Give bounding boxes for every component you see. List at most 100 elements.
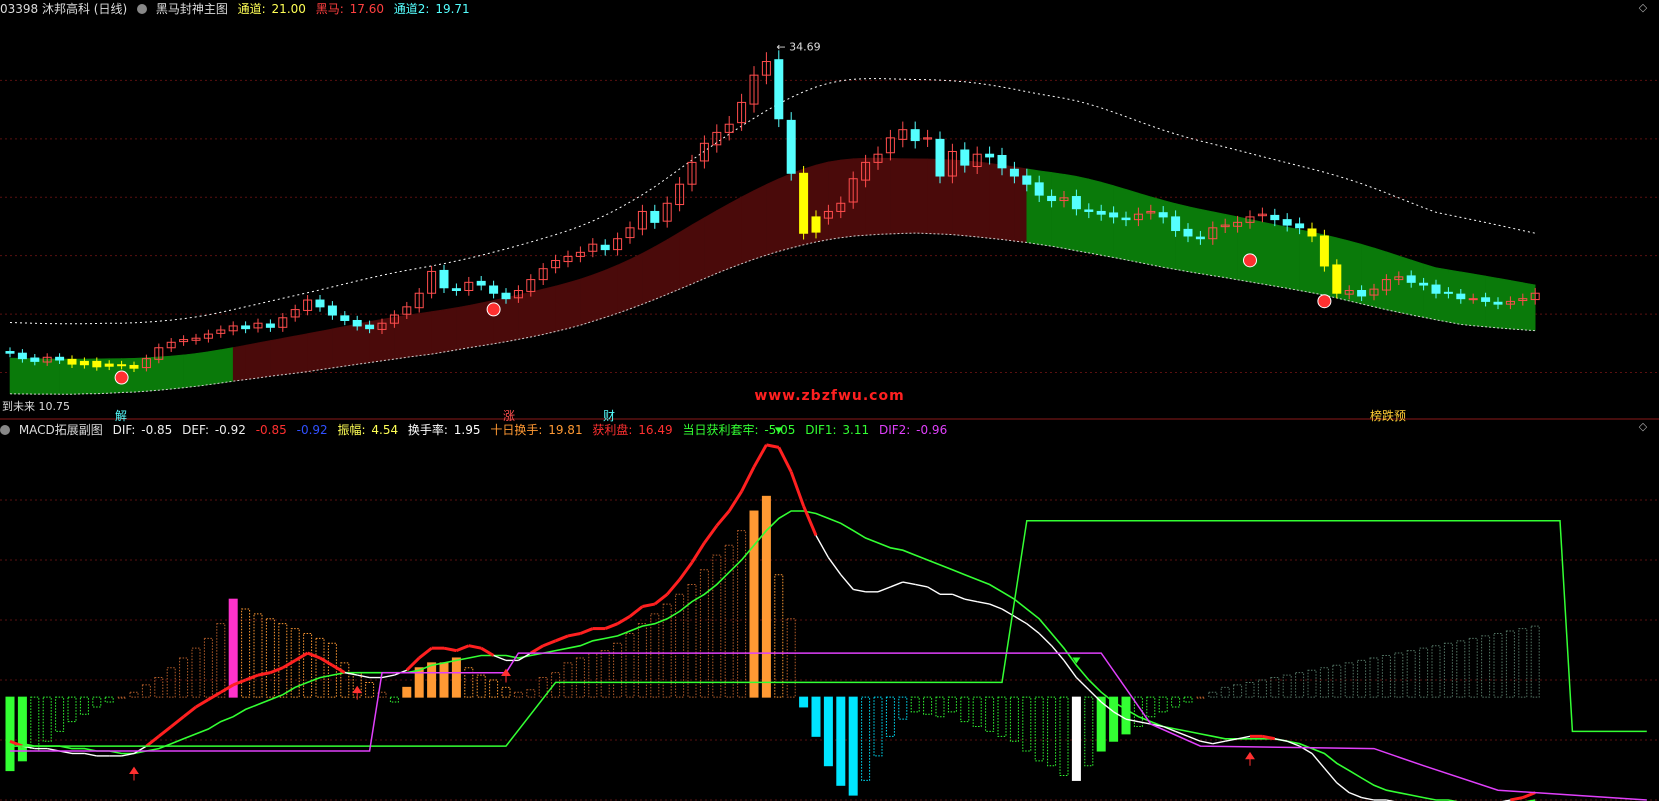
channel-band-segment bbox=[530, 288, 544, 338]
candle-body bbox=[1022, 175, 1032, 185]
macd-bar bbox=[749, 510, 759, 698]
macd-bar bbox=[613, 642, 623, 698]
channel-band-segment bbox=[840, 158, 854, 239]
dif-line-segment bbox=[1212, 740, 1226, 745]
def-label: DEF: bbox=[182, 423, 209, 437]
candle-body bbox=[1270, 214, 1280, 221]
channel-band-segment bbox=[294, 333, 308, 374]
candle-body bbox=[799, 172, 809, 234]
def-value: -0.92 bbox=[214, 423, 246, 437]
macd-bar bbox=[1456, 640, 1466, 698]
macd-bar bbox=[923, 696, 933, 715]
channel-band-segment bbox=[270, 337, 284, 377]
channel-band-segment bbox=[580, 274, 594, 326]
channel-band-segment bbox=[1274, 224, 1288, 289]
channel-band-segment bbox=[1410, 259, 1424, 318]
macd-bar bbox=[1357, 659, 1367, 698]
dif-line-segment bbox=[555, 634, 569, 643]
channel-band-segment bbox=[1138, 192, 1152, 266]
channel-band-segment bbox=[344, 323, 358, 367]
dif-line-segment bbox=[802, 505, 818, 537]
dif-line-segment bbox=[877, 586, 891, 593]
dif-line-segment bbox=[927, 586, 941, 595]
candle-body bbox=[79, 360, 89, 366]
macd-bar bbox=[439, 662, 449, 698]
channel-band-segment bbox=[183, 353, 197, 389]
dif-line-segment bbox=[455, 644, 470, 653]
dif2-value: -0.96 bbox=[916, 423, 948, 437]
dif-label: DIF: bbox=[112, 423, 136, 437]
macd-bar bbox=[1171, 696, 1181, 708]
low-tag-value: 10.75 bbox=[38, 400, 71, 413]
macd-bar bbox=[1282, 674, 1292, 698]
macd-bar bbox=[1220, 686, 1230, 698]
dif-line-segment bbox=[319, 656, 334, 667]
macd-bar bbox=[265, 618, 275, 698]
dea-line bbox=[10, 510, 1536, 801]
candle-body bbox=[30, 357, 40, 362]
macd-bar bbox=[402, 686, 412, 698]
turnover-value: 1.95 bbox=[453, 423, 481, 437]
dif-line-segment bbox=[195, 698, 210, 709]
candle-body bbox=[1071, 196, 1081, 210]
macd-bar bbox=[513, 691, 523, 698]
channel-band-segment bbox=[468, 302, 482, 349]
macd-bar bbox=[79, 696, 89, 715]
candle-body bbox=[1357, 290, 1367, 297]
channel-band-segment bbox=[592, 269, 606, 322]
main-indicator-name[interactable]: 黑马封神主图 bbox=[156, 2, 228, 16]
macd-bar bbox=[241, 608, 251, 698]
macd-bar bbox=[997, 696, 1007, 737]
macd-bar bbox=[1406, 650, 1416, 698]
channel-band-segment bbox=[1162, 199, 1176, 270]
macd-bar bbox=[427, 662, 437, 698]
channel-band-segment bbox=[1510, 280, 1524, 331]
macd-bar bbox=[1431, 645, 1441, 698]
stock-title[interactable]: 03398 沐邦高科 (日线) bbox=[0, 2, 127, 16]
candle-body bbox=[1158, 212, 1168, 218]
dif-line-segment bbox=[690, 542, 706, 564]
macd-bar bbox=[451, 657, 461, 698]
channel-band-segment bbox=[1522, 282, 1536, 331]
sub-indicator-name[interactable]: MACD拓展副图 bbox=[19, 423, 103, 437]
macd-bar bbox=[799, 696, 809, 708]
dif-line-segment bbox=[840, 574, 854, 590]
dif-line-segment bbox=[740, 466, 756, 493]
dif-line-segment bbox=[145, 735, 160, 748]
channel-band-segment bbox=[505, 294, 519, 343]
macd-bar bbox=[1443, 642, 1453, 698]
channel-band-segment bbox=[146, 356, 160, 392]
channel-band-segment bbox=[666, 231, 680, 295]
dif-line-segment bbox=[1038, 632, 1053, 647]
max-price-label: ← 34.69 bbox=[776, 41, 820, 54]
dif-line-segment bbox=[678, 561, 694, 581]
candle-body bbox=[117, 364, 127, 367]
candle-body bbox=[1468, 298, 1478, 301]
macd-bar bbox=[203, 637, 213, 698]
candle-body bbox=[997, 154, 1007, 169]
macd-bar bbox=[625, 632, 635, 698]
candle-body bbox=[1034, 182, 1044, 196]
dif-line-segment bbox=[269, 666, 284, 675]
macd-bar bbox=[588, 652, 598, 698]
channel-band-segment bbox=[629, 252, 643, 310]
candle-body bbox=[5, 351, 15, 354]
channel-band-segment bbox=[133, 357, 147, 393]
channel-band-segment bbox=[741, 190, 755, 265]
macd-bar bbox=[1084, 696, 1094, 767]
channel-band-segment bbox=[307, 330, 321, 372]
candle-body bbox=[352, 319, 362, 327]
dif-line-segment bbox=[542, 639, 557, 648]
channel-band-segment bbox=[1200, 208, 1214, 277]
dif-line-segment bbox=[579, 627, 594, 635]
day-profit-label: 当日获利套牢: bbox=[682, 423, 759, 437]
macd-bar bbox=[1059, 696, 1069, 777]
dif-line-segment bbox=[666, 578, 681, 596]
dif-line-segment bbox=[727, 490, 743, 512]
dif-line-segment bbox=[777, 446, 793, 473]
macd-bar bbox=[303, 632, 313, 698]
dif-line-segment bbox=[827, 557, 842, 576]
macd-bar bbox=[315, 637, 325, 698]
channel-band-segment bbox=[1249, 219, 1263, 285]
candle-body bbox=[1295, 223, 1305, 229]
